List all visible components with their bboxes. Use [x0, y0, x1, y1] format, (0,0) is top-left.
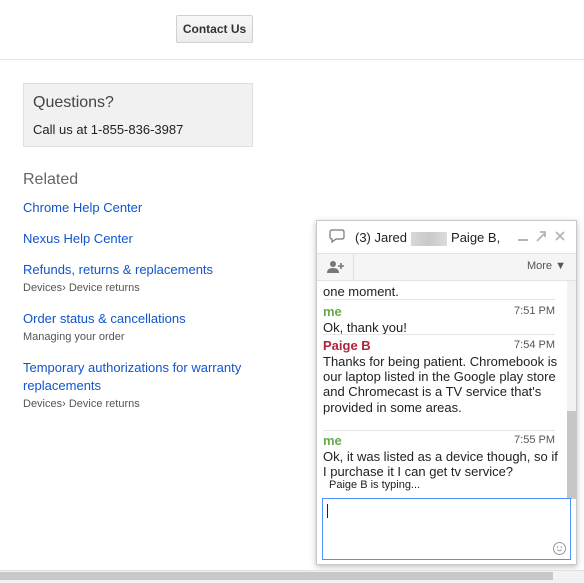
message-sender: me	[323, 304, 342, 319]
message-item: Paige B 7:54 PM Thanks for being patient…	[323, 338, 558, 430]
questions-phone: Call us at 1-855-836-3987	[33, 122, 184, 137]
questions-title: Questions?	[33, 94, 114, 111]
chat-title-suffix: Paige B,	[451, 230, 501, 245]
text-caret	[327, 504, 328, 518]
message-item: me 7:55 PM Ok, it was listed as a device…	[323, 433, 558, 483]
related-link-nexus-help[interactable]: Nexus Help Center	[23, 230, 133, 248]
chat-bubble-icon	[329, 229, 345, 243]
message-sender: me	[323, 433, 342, 448]
message-divider	[323, 334, 555, 335]
message-text-partial: one moment.	[323, 284, 399, 299]
related-sub-order-status: Managing your order	[23, 331, 125, 343]
chat-header: (3) Jared Paige B,	[317, 221, 576, 254]
redacted-name	[411, 231, 448, 246]
chat-title: (3) Jared Paige B,	[355, 230, 500, 246]
chat-window: (3) Jared Paige B, More ▼ one moment. me …	[316, 220, 577, 565]
add-person-icon	[327, 261, 344, 273]
message-text: Ok, thank you!	[323, 320, 407, 335]
message-text: Ok, it was listed as a device though, so…	[323, 449, 558, 480]
popout-icon[interactable]	[535, 229, 547, 243]
typing-indicator: Paige B is typing...	[329, 479, 421, 491]
related-breadcrumb-warranty: Devices› Device returns	[23, 398, 140, 410]
message-sender: Paige B	[323, 338, 371, 353]
top-bar: Contact Us	[0, 0, 584, 60]
message-text: Thanks for being patient. Chromebook is …	[323, 354, 558, 415]
chat-messages: one moment. me 7:51 PM Ok, thank you! Pa…	[317, 281, 576, 499]
more-menu[interactable]: More ▼	[527, 260, 566, 272]
questions-box: Questions? Call us at 1-855-836-3987	[23, 83, 253, 147]
related-link-warranty[interactable]: Temporary authorizations for warranty re…	[23, 359, 253, 395]
chat-title-prefix: (3) Jared	[355, 230, 408, 245]
chat-scrollbar-thumb[interactable]	[567, 411, 576, 499]
message-time: 7:55 PM	[514, 434, 555, 446]
add-person-button[interactable]	[317, 254, 354, 280]
minimize-icon[interactable]	[517, 229, 529, 243]
message-time: 7:51 PM	[514, 305, 555, 317]
related-heading: Related	[23, 171, 79, 188]
related-link-refunds[interactable]: Refunds, returns & replacements	[23, 261, 213, 279]
message-divider	[323, 299, 555, 300]
related-breadcrumb-refunds: Devices› Device returns	[23, 282, 140, 294]
contact-us-button[interactable]: Contact Us	[176, 15, 253, 43]
message-divider	[323, 430, 555, 431]
message-time: 7:54 PM	[514, 339, 555, 351]
message-item: me 7:51 PM Ok, thank you!	[323, 304, 555, 336]
related-link-order-status[interactable]: Order status & cancellations	[23, 310, 186, 328]
close-icon[interactable]	[554, 229, 566, 243]
chat-input[interactable]	[322, 498, 571, 560]
related-link-chrome-help[interactable]: Chrome Help Center	[23, 199, 142, 217]
smiley-icon[interactable]	[553, 542, 566, 555]
chat-toolbar: More ▼	[317, 254, 576, 281]
page-scrollbar-thumb[interactable]	[0, 572, 553, 580]
